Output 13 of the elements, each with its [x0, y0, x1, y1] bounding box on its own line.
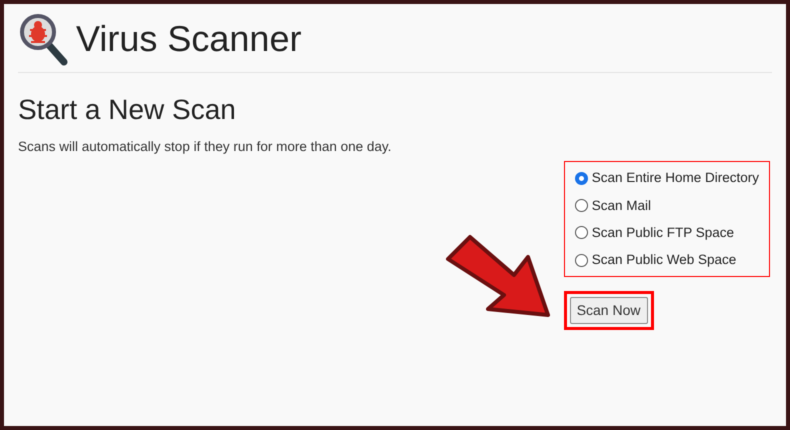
scan-note: Scans will automatically stop if they run for more than one day.	[18, 138, 392, 156]
scan-now-button[interactable]: Scan Now	[570, 297, 648, 324]
radio-button[interactable]	[574, 172, 588, 185]
page-title: Virus Scanner	[76, 17, 302, 61]
section-heading: Start a New Scan	[18, 93, 237, 127]
option-label[interactable]: Scan Mail	[592, 196, 651, 216]
magnifier-bug-icon	[18, 12, 70, 66]
radio-button[interactable]	[574, 199, 588, 212]
option-label[interactable]: Scan Entire Home Directory	[592, 168, 759, 188]
radio-button[interactable]	[574, 226, 588, 240]
option-label[interactable]: Scan Public Web Space	[592, 250, 736, 270]
option-label[interactable]: Scan Public FTP Space	[592, 222, 734, 243]
radio-button[interactable]	[574, 254, 588, 267]
